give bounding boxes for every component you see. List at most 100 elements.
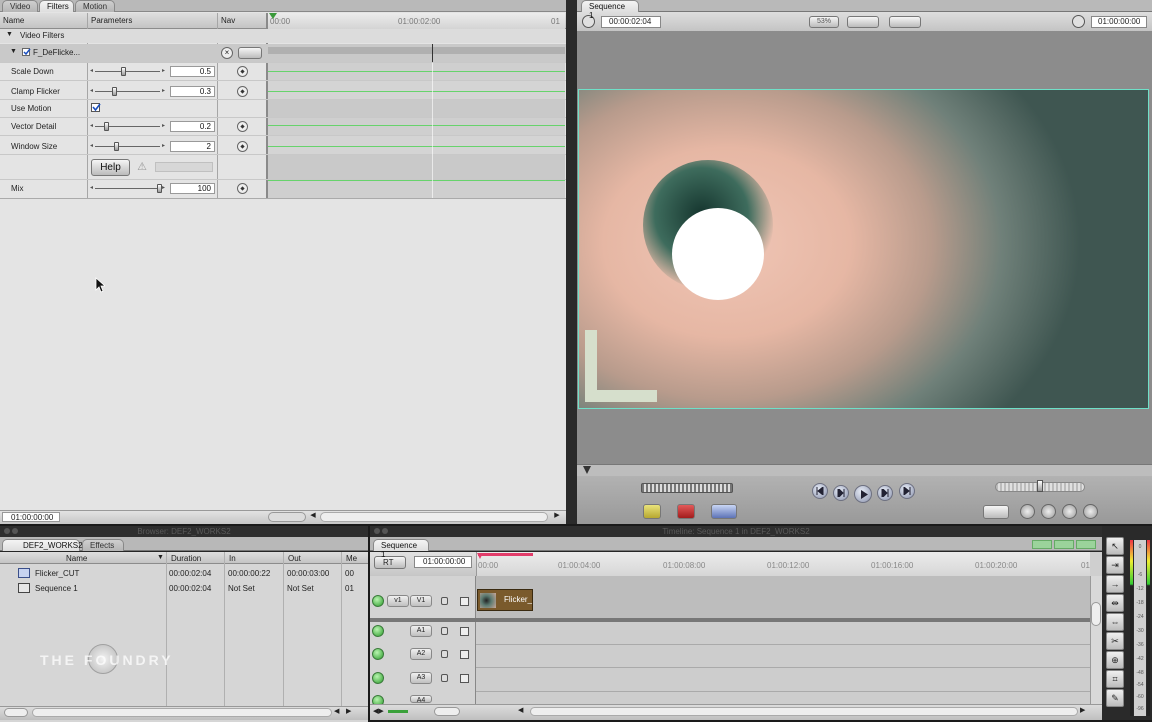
timeline-scrollbar[interactable] [530,707,1078,716]
field-clamp-flicker[interactable]: 0.3 [170,86,215,97]
jog-thumb[interactable] [1037,480,1043,492]
track-height-icon[interactable]: ◀▶ [373,707,384,715]
timeline-zoom-slider[interactable] [434,707,460,716]
track-selection-tool-icon[interactable]: → [1106,575,1124,593]
add-keyframe-button[interactable] [1083,504,1098,519]
slip-tool-icon[interactable]: ⇔ [1106,613,1124,631]
track-visibility-button[interactable] [372,595,384,607]
pen-tool-icon[interactable]: ✎ [1106,689,1124,707]
mark-in-button[interactable] [1020,504,1035,519]
lock-icon[interactable] [441,627,448,635]
view-popup-icon[interactable] [847,16,879,28]
scroll-right-icon[interactable]: ▶ [346,707,351,715]
edit-selection-tool-icon[interactable]: ⇥ [1106,556,1124,574]
filter-enable-checkbox[interactable] [22,48,31,56]
keyframe-button[interactable] [237,86,248,97]
track-a1[interactable]: A1 [410,625,432,637]
browser-scrollbar[interactable] [32,708,332,717]
canvas-timecode-current[interactable]: 01:00:00:00 [1091,16,1147,28]
zoom-slider[interactable] [268,512,306,522]
zoom-popup[interactable]: 53% [809,16,839,28]
timeline-timecode[interactable]: 01:00:00:00 [414,556,472,568]
field-mix[interactable]: 100 [170,183,215,194]
autoselect-icon[interactable] [460,597,469,606]
viewer-timecode[interactable]: 01:00:00:00 [2,512,60,522]
add-marker-button[interactable] [1062,504,1077,519]
source-track-button[interactable]: v1 [387,595,409,607]
col-media[interactable]: Me [346,554,357,563]
help-button[interactable]: Help [91,159,130,176]
previous-edit-button[interactable] [812,483,828,499]
razor-tool-icon[interactable]: ✂ [1106,632,1124,650]
video-frame[interactable] [578,89,1149,409]
replace-edit-button[interactable] [711,504,737,519]
autoselect-icon[interactable] [460,627,469,636]
filter-disclosure-icon[interactable]: ▼ [10,48,17,55]
zoom-tool-icon[interactable]: ⊕ [1106,651,1124,669]
col-duration[interactable]: Duration [171,554,201,563]
col-in[interactable]: In [229,554,236,563]
next-edit-button[interactable] [899,483,915,499]
playhead-marker[interactable] [269,13,277,19]
rt-menu[interactable]: RT [374,556,406,569]
selection-tool-icon[interactable]: ↖ [1106,537,1124,555]
use-motion-checkbox[interactable] [91,103,101,112]
canvas-playhead-icon[interactable] [583,466,591,474]
lock-icon[interactable] [441,674,448,682]
roll-tool-icon[interactable]: ⇹ [1106,594,1124,612]
lock-icon[interactable] [441,650,448,658]
vertical-scroll-thumb[interactable] [1091,602,1101,626]
tab-project[interactable]: DEF2_WORKS2 [2,539,83,551]
play-around-button[interactable] [877,485,893,501]
canvas-timecode-duration[interactable]: 00:00:02:04 [601,16,661,28]
crop-tool-icon[interactable]: ⌗ [1106,670,1124,688]
field-scale-down[interactable]: 0.5 [170,66,215,77]
keyframe-button[interactable] [237,183,248,194]
destination-track-button[interactable]: V1 [410,595,432,607]
autoselect-icon[interactable] [460,674,469,683]
insert-edit-button[interactable] [643,504,661,519]
sort-icon[interactable]: ▼ [157,554,164,561]
scroll-left-icon[interactable]: ◀ [518,706,523,714]
horizontal-scrollbar[interactable] [320,512,548,522]
tab-timeline-sequence[interactable]: Sequence 1 [373,539,429,559]
keyframe-button[interactable] [237,121,248,132]
col-out[interactable]: Out [288,554,301,563]
field-vector-detail[interactable]: 0.2 [170,121,215,132]
tab-effects[interactable]: Effects [82,539,124,551]
field-window-size[interactable]: 2 [170,141,215,152]
mark-clip-button[interactable] [983,505,1009,519]
play-button[interactable] [854,485,872,503]
overwrite-edit-button[interactable] [677,504,695,519]
overlay-popup-icon[interactable] [889,16,921,28]
mark-out-button[interactable] [1041,504,1056,519]
tab-filters[interactable]: Filters [39,0,74,12]
tab-sequence-1[interactable]: Sequence 1 [581,0,639,20]
track-a4[interactable]: A4 [410,695,432,704]
track-a3[interactable]: A3 [410,672,432,684]
track-audible-button[interactable] [372,648,384,660]
scroll-left-icon[interactable]: ◀ [308,511,318,522]
col-name[interactable]: Name [66,554,87,563]
video-clip[interactable]: Flicker_ [477,589,533,611]
track-audible-button[interactable] [372,672,384,684]
scroll-right-icon[interactable]: ▶ [1080,706,1085,714]
browser-zoom-slider[interactable] [4,708,28,717]
filter-menu-icon[interactable] [238,47,262,59]
reset-icon[interactable]: × [221,47,233,59]
play-in-to-out-button[interactable] [833,485,849,501]
autoselect-icon[interactable] [460,650,469,659]
track-height-control[interactable] [388,710,408,713]
tab-motion[interactable]: Motion [75,0,115,12]
track-audible-button[interactable] [372,625,384,637]
track-a2[interactable]: A2 [410,648,432,660]
lock-icon[interactable] [441,597,448,605]
keyframe-button[interactable] [237,66,248,77]
keyframe-button[interactable] [237,141,248,152]
scroll-right-icon[interactable]: ▶ [552,511,562,522]
scroll-left-icon[interactable]: ◀ [334,707,339,715]
timeline-playhead-icon[interactable] [477,553,483,559]
disclosure-icon[interactable]: ▼ [6,31,13,38]
vertical-scrollbar[interactable] [1090,576,1102,706]
shuttle-control[interactable] [641,483,733,493]
